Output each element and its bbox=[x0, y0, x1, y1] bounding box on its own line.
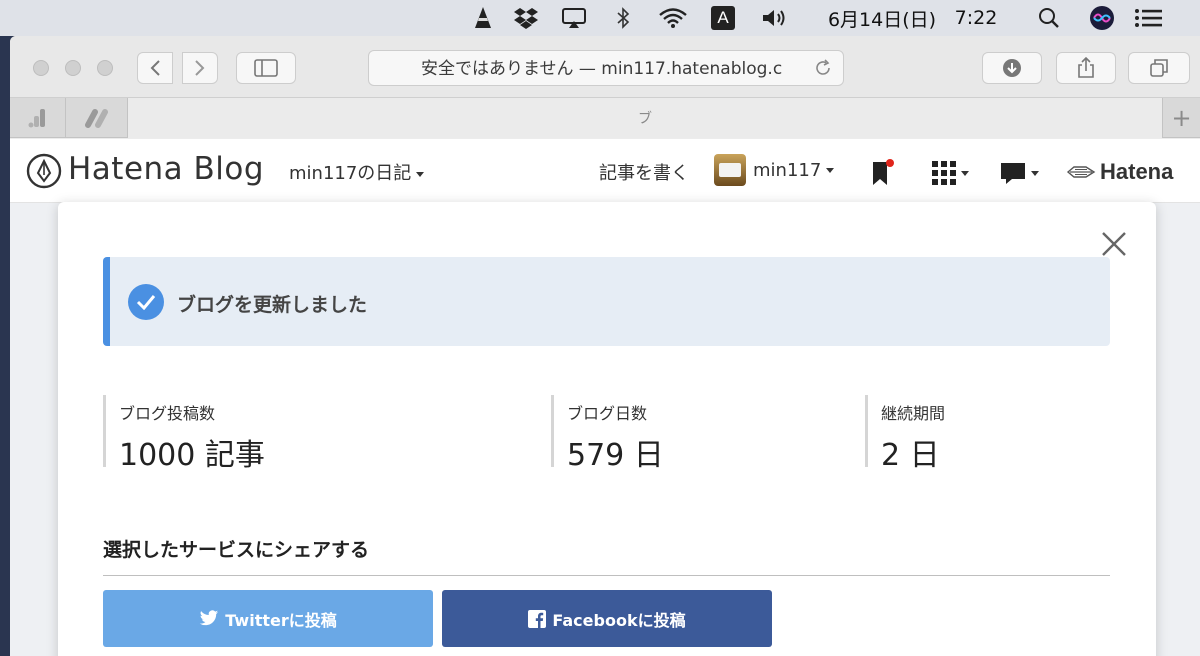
check-circle-icon bbox=[128, 284, 164, 320]
tab-active[interactable]: ブ bbox=[128, 98, 1162, 138]
reload-icon[interactable] bbox=[813, 58, 833, 78]
siri-icon[interactable] bbox=[1088, 0, 1116, 36]
share-icon bbox=[1078, 57, 1094, 78]
notifications-menu[interactable] bbox=[1000, 161, 1039, 185]
input-mode-label: A bbox=[711, 6, 735, 30]
blog-name-menu[interactable]: min117の日記 bbox=[289, 159, 425, 185]
close-icon[interactable] bbox=[1100, 230, 1128, 258]
dropbox-icon[interactable] bbox=[512, 0, 540, 36]
update-notice: ブログを更新しました bbox=[103, 257, 1110, 346]
username-label: min117 bbox=[753, 159, 822, 181]
back-button[interactable] bbox=[137, 52, 173, 84]
tabs-overview-button[interactable] bbox=[1128, 52, 1190, 84]
write-article-link[interactable]: 記事を書く bbox=[599, 159, 689, 185]
download-icon bbox=[1003, 59, 1021, 77]
airplay-icon[interactable] bbox=[560, 0, 588, 36]
facebook-share-label: Facebookに投稿 bbox=[552, 610, 686, 630]
publish-complete-dialog: ブログを更新しました ブログ投稿数 1000 記事 ブログ日数 579 日 継続… bbox=[58, 202, 1156, 656]
divider bbox=[103, 575, 1110, 576]
input-source-indicator[interactable]: A bbox=[710, 0, 736, 36]
wifi-icon[interactable] bbox=[656, 0, 690, 36]
volume-icon[interactable] bbox=[758, 0, 792, 36]
facebook-icon bbox=[528, 609, 547, 628]
browser-toolbar: 安全ではありません — min117.hatenablog.c bbox=[10, 36, 1200, 98]
comment-icon bbox=[1001, 163, 1025, 184]
caret-down-icon bbox=[1031, 170, 1039, 176]
stat-value: 579 日 bbox=[567, 438, 664, 473]
stat-value: 1000 記事 bbox=[119, 438, 265, 473]
minimize-window-button[interactable] bbox=[65, 60, 81, 76]
menubar-date[interactable]: 6月14日(日) bbox=[818, 0, 946, 36]
stat-post-count: ブログ投稿数 1000 記事 bbox=[103, 395, 265, 473]
twitter-share-label: Twitterに投稿 bbox=[225, 610, 337, 630]
stat-label: ブログ日数 bbox=[567, 404, 648, 423]
hatena-blog-logo-icon[interactable] bbox=[26, 153, 62, 189]
vlc-icon[interactable] bbox=[470, 0, 496, 36]
menubar-time[interactable]: 7:22 bbox=[950, 0, 1002, 36]
stat-label: ブログ投稿数 bbox=[119, 404, 216, 423]
caret-down-icon bbox=[826, 167, 835, 173]
hatena-brand-label: Hatena bbox=[1100, 159, 1174, 184]
new-tab-button[interactable]: + bbox=[1162, 98, 1200, 138]
blog-name-label: min117の日記 bbox=[289, 163, 412, 184]
tabs-icon bbox=[1150, 59, 1168, 77]
hatena-blog-logo[interactable]: Hatena Blog bbox=[68, 151, 264, 187]
downloads-button[interactable] bbox=[982, 52, 1042, 84]
tab-bar: ブ + bbox=[10, 98, 1200, 138]
sidebar-icon bbox=[254, 59, 278, 77]
zoom-window-button[interactable] bbox=[97, 60, 113, 76]
address-bar[interactable]: 安全ではありません — min117.hatenablog.c bbox=[368, 50, 844, 86]
plus-icon: + bbox=[1171, 104, 1192, 132]
tab-title: ブ bbox=[638, 111, 652, 127]
user-menu[interactable]: min117 bbox=[714, 154, 835, 186]
hatena-brand-link[interactable]: Hatena bbox=[1066, 159, 1173, 185]
chevron-right-icon bbox=[195, 60, 205, 76]
spotlight-search-icon[interactable] bbox=[1036, 0, 1062, 36]
stat-label: 継続期間 bbox=[881, 404, 946, 423]
caret-down-icon bbox=[416, 171, 425, 177]
share-button[interactable] bbox=[1056, 52, 1116, 84]
bluetooth-icon[interactable] bbox=[612, 0, 634, 36]
sidebar-button[interactable] bbox=[236, 52, 296, 84]
menu-bar: A 6月14日(日) 7:22 bbox=[0, 0, 1200, 36]
stat-streak: 継続期間 2 日 bbox=[865, 395, 946, 473]
facebook-share-button[interactable]: Facebookに投稿 bbox=[442, 590, 772, 647]
hatena-logo-icon bbox=[1066, 166, 1096, 178]
pinned-tab-adsense[interactable] bbox=[67, 98, 128, 138]
pinned-tab-analytics[interactable] bbox=[10, 98, 66, 138]
grid-icon bbox=[932, 161, 956, 185]
share-section-title: 選択したサービスにシェアする bbox=[103, 539, 370, 561]
hatena-header: Hatena Blog min117の日記 記事を書く min117 Haten… bbox=[10, 139, 1200, 203]
apps-menu[interactable] bbox=[932, 161, 969, 185]
browser-window: 安全ではありません — min117.hatenablog.c ブ + Hate… bbox=[10, 36, 1200, 656]
chevron-left-icon bbox=[150, 60, 160, 76]
address-text: 安全ではありません — min117.hatenablog.c bbox=[421, 59, 783, 79]
twitter-icon bbox=[200, 610, 219, 626]
stat-value: 2 日 bbox=[881, 438, 940, 473]
close-window-button[interactable] bbox=[33, 60, 49, 76]
twitter-share-button[interactable]: Twitterに投稿 bbox=[103, 590, 433, 647]
stat-blog-days: ブログ日数 579 日 bbox=[551, 395, 664, 473]
notification-center-icon[interactable] bbox=[1132, 0, 1166, 36]
caret-down-icon bbox=[961, 170, 969, 176]
forward-button[interactable] bbox=[182, 52, 218, 84]
analytics-icon bbox=[28, 109, 45, 128]
avatar bbox=[714, 154, 746, 186]
adsense-icon bbox=[85, 109, 108, 128]
notice-message: ブログを更新しました bbox=[177, 294, 368, 316]
bookmark-icon[interactable] bbox=[871, 159, 895, 191]
